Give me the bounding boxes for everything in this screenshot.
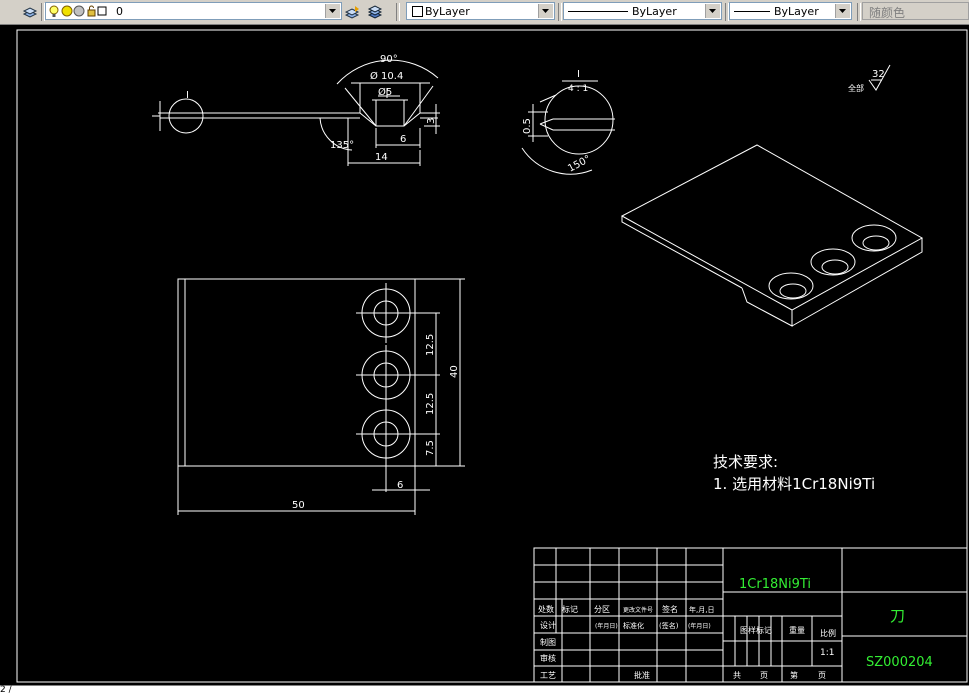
layer-manager-icon[interactable]	[22, 4, 38, 20]
drawing-svg: 90° Ø 10.4 Ø5 3 6 14 135° I I 4 : 1 0.5 …	[16, 29, 968, 683]
plotstyle-combo[interactable]: 随颜色	[862, 2, 969, 20]
tb-header-count: 处数	[538, 604, 554, 614]
tb-row-design: 设计	[540, 620, 556, 630]
toolbar-separator	[558, 3, 562, 21]
command-line[interactable]: 2 /	[0, 685, 969, 696]
tb-drawing-mark-label: 图样标记	[740, 625, 772, 635]
tb-row-signature: (签名)	[659, 621, 679, 630]
tb-weight-label: 重量	[789, 625, 805, 635]
lineweight-sample-icon	[734, 11, 770, 12]
dim-angle-90: 90°	[380, 54, 398, 65]
dim-6-bottom: 6	[397, 480, 403, 491]
tech-requirements-heading: 技术要求:	[713, 453, 778, 471]
dim-12-5-b: 12.5	[425, 393, 436, 415]
isometric-view	[620, 144, 924, 327]
detail-label: I	[577, 69, 580, 80]
color-value: ByLayer	[425, 5, 470, 18]
dim-6-top: 6	[400, 134, 406, 145]
color-swatch-icon	[412, 6, 423, 17]
lineweight-dropdown-arrow-icon[interactable]	[835, 4, 850, 18]
make-layer-current-icon[interactable]	[345, 4, 361, 20]
tech-requirements-line1: 1. 选用材料1Cr18Ni9Ti	[713, 475, 875, 493]
linetype-sample-icon	[568, 11, 628, 12]
dim-dia-5: Ø5	[378, 86, 392, 98]
tb-row-process: 工艺	[540, 671, 556, 680]
toolbar-separator	[857, 3, 861, 21]
tb-row-standardize: 标准化	[623, 621, 644, 630]
linetype-value: ByLayer	[632, 5, 677, 18]
tb-header-zone: 分区	[594, 605, 610, 614]
color-combo[interactable]: ByLayer	[406, 2, 555, 20]
front-view	[177, 278, 465, 515]
layer-name: 0	[116, 5, 123, 18]
tb-header-date: 年,月,日	[689, 605, 714, 614]
dim-angle-135: 135°	[330, 140, 354, 151]
tb-row-date1: (年月日)	[595, 622, 618, 630]
linetype-combo[interactable]: ByLayer	[563, 2, 722, 20]
detail-scale: 4 : 1	[568, 84, 588, 94]
lineweight-value: ByLayer	[774, 5, 819, 18]
dim-50: 50	[292, 500, 305, 511]
dim-14: 14	[375, 152, 388, 163]
tb-total-label: 共	[733, 671, 741, 680]
properties-toolbar: 0 ByLayer ByLayer ByLayer 随颜色	[0, 0, 969, 25]
title-drawing-number: SZ000204	[866, 655, 933, 670]
lineweight-combo[interactable]: ByLayer	[729, 2, 852, 20]
plotstyle-value: 随颜色	[869, 6, 906, 20]
toolbar-separator	[396, 3, 400, 21]
drawing-canvas[interactable]: 90° Ø 10.4 Ø5 3 6 14 135° I I 4 : 1 0.5 …	[0, 25, 969, 685]
layer-dropdown-arrow-icon[interactable]	[325, 4, 340, 18]
roughness-value: 32	[872, 69, 885, 80]
tb-sheets-label: 页	[760, 671, 768, 680]
tb-row-date2: (年月日)	[688, 622, 711, 630]
tb-scale-label: 比例	[820, 628, 836, 638]
command-line-text: 2 /	[0, 685, 12, 695]
color-dropdown-arrow-icon[interactable]	[538, 4, 553, 18]
dim-12-5-a: 12.5	[425, 334, 436, 356]
detail-view	[521, 80, 615, 175]
dim-7-5: 7.5	[425, 440, 436, 456]
tb-header-signature: 签名	[662, 604, 678, 614]
tb-sheet-label: 页	[818, 671, 826, 680]
linetype-dropdown-arrow-icon[interactable]	[705, 4, 720, 18]
dim-40: 40	[449, 365, 460, 378]
layer-previous-icon[interactable]	[367, 4, 383, 20]
tb-sheet-no-label: 第	[790, 670, 798, 680]
section-label: I	[186, 90, 189, 101]
tb-header-mark: 标记	[562, 604, 578, 614]
title-scale: 1:1	[820, 648, 834, 658]
tb-row-review: 审核	[540, 653, 556, 663]
dim-3: 3	[426, 118, 437, 124]
title-material: 1Cr18Ni9Ti	[739, 577, 811, 592]
tb-header-change-doc: 更改文件号	[623, 606, 653, 614]
dim-dia-10-4: Ø 10.4	[370, 70, 403, 82]
layer-combo[interactable]: 0	[45, 2, 342, 20]
roughness-prefix: 全部	[848, 83, 864, 93]
tb-row-approve: 批准	[634, 670, 650, 680]
dim-0-5: 0.5	[522, 118, 533, 134]
tb-row-draft: 制图	[540, 637, 556, 647]
title-part-name: 刀	[890, 607, 905, 625]
